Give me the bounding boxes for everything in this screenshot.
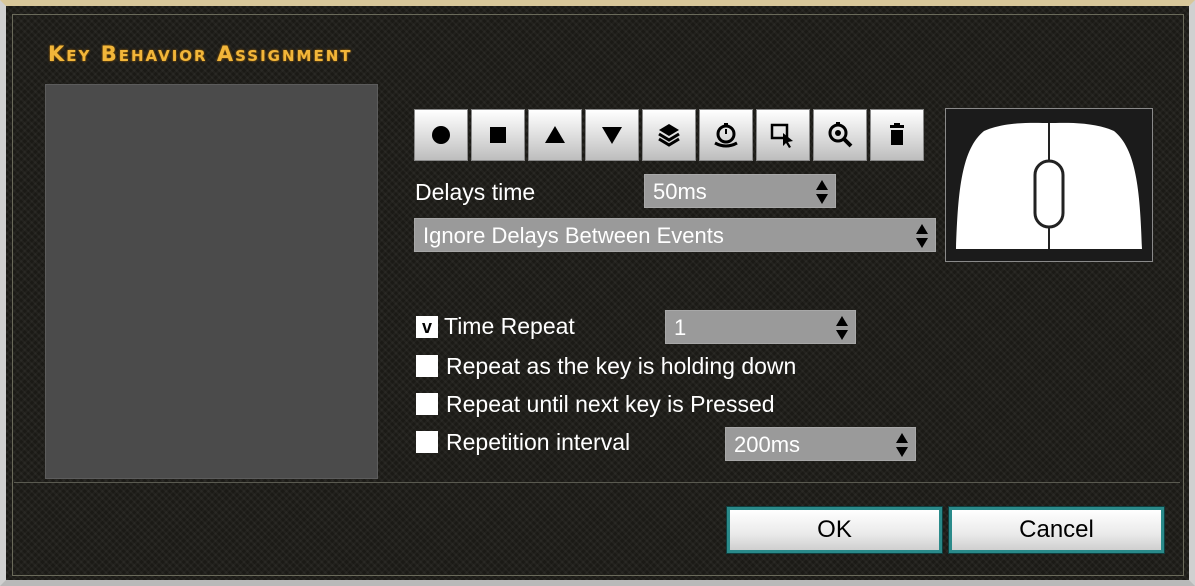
mouse-preview [945, 108, 1153, 262]
zoom-delay-button[interactable] [813, 109, 867, 161]
stop-icon [490, 127, 506, 143]
macro-event-list[interactable] [45, 84, 378, 479]
trash-icon [890, 123, 904, 145]
move-up-button[interactable] [528, 109, 582, 161]
select-arrows-icon [916, 224, 928, 248]
mouse-icon [956, 122, 1142, 249]
timer-icon [714, 123, 738, 148]
time-repeat-label: Time Repeat [444, 313, 575, 339]
delays-time-select[interactable]: 50ms [644, 174, 836, 208]
repetition-interval-checkbox[interactable] [416, 431, 438, 453]
delete-button[interactable] [870, 109, 924, 161]
repeat-holding-checkbox[interactable] [416, 355, 438, 377]
select-icon [770, 123, 793, 148]
move-up-icon [545, 126, 565, 143]
layers-icon [658, 124, 680, 147]
select-arrows-icon [836, 316, 848, 340]
insert-delay-button[interactable] [699, 109, 753, 161]
dialog-title: Key Behavior Assignment [48, 42, 353, 66]
move-down-button[interactable] [585, 109, 639, 161]
delay-mode-select[interactable]: Ignore Delays Between Events [414, 218, 936, 252]
zoom-timer-icon [828, 122, 853, 148]
move-down-icon [602, 127, 622, 144]
select-button[interactable] [756, 109, 810, 161]
repetition-interval-label: Repetition interval [446, 429, 631, 455]
select-arrows-icon [816, 180, 828, 204]
repeat-until-next-checkbox[interactable] [416, 393, 438, 415]
delays-time-label: Delays time [415, 179, 536, 205]
checkmark-icon: v [421, 317, 432, 337]
repeat-until-next-label: Repeat until next key is Pressed [446, 391, 775, 417]
macro-toolbar [414, 109, 924, 161]
layers-button[interactable] [642, 109, 696, 161]
stop-button[interactable] [471, 109, 525, 161]
footer-divider [14, 482, 1180, 483]
ok-button[interactable]: OK [726, 506, 943, 554]
cancel-button[interactable]: Cancel [948, 506, 1165, 554]
delay-mode-value: Ignore Delays Between Events [423, 223, 724, 248]
repeat-holding-label: Repeat as the key is holding down [446, 353, 797, 379]
record-button[interactable] [414, 109, 468, 161]
time-repeat-checkbox[interactable]: v [416, 316, 438, 338]
time-repeat-value: 1 [674, 315, 687, 340]
repetition-interval-select[interactable]: 200ms [725, 427, 916, 461]
record-icon [432, 126, 450, 144]
time-repeat-select[interactable]: 1 [665, 310, 856, 344]
select-arrows-icon [896, 433, 908, 457]
repetition-interval-value: 200ms [734, 432, 801, 457]
delays-time-value: 50ms [653, 179, 707, 204]
